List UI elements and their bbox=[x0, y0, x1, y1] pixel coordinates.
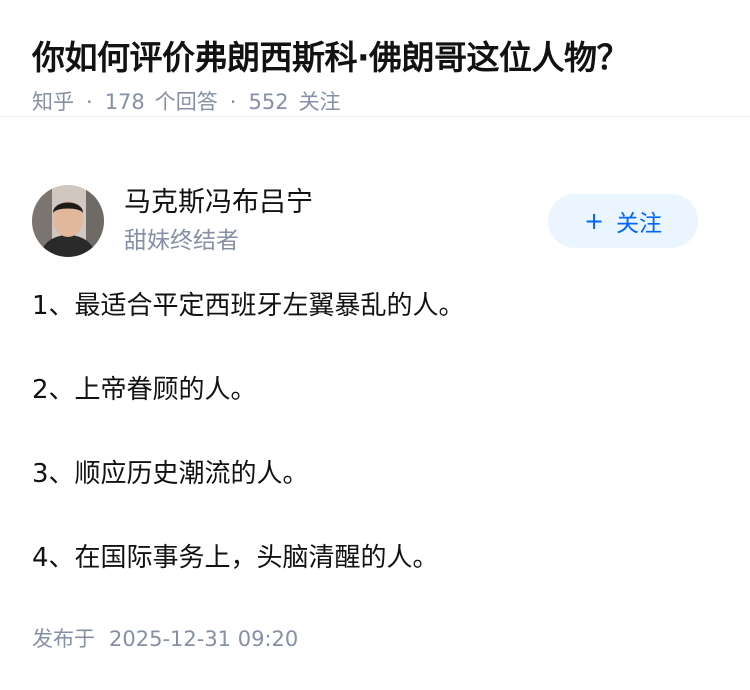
published-label: 发布于 bbox=[32, 627, 95, 651]
answer-content: 1、最适合平定西班牙左翼暴乱的人。 2、上帝眷顾的人。 3、顺应历史潮流的人。 … bbox=[32, 285, 718, 621]
answer-paragraph: 4、在国际事务上，头脑清醒的人。 bbox=[32, 543, 439, 573]
answer-paragraph: 3、顺应历史潮流的人。 bbox=[32, 459, 309, 489]
question-meta: 知乎 · 178 个回答 · 552 关注 bbox=[32, 86, 718, 118]
follower-count: 552 bbox=[248, 90, 289, 114]
question-title[interactable]: 你如何评价弗朗西斯科·佛朗哥这位人物？ bbox=[32, 34, 718, 82]
follower-count-label: 关注 bbox=[298, 90, 341, 114]
published-time[interactable]: 2025-12-31 09:20 bbox=[109, 627, 298, 651]
answer-paragraph: 2、上帝眷顾的人。 bbox=[32, 375, 257, 405]
question-header: 你如何评价弗朗西斯科·佛朗哥这位人物？ 知乎 · 178 个回答 · 552 关… bbox=[0, 0, 750, 117]
follow-button[interactable]: + 关注 bbox=[548, 194, 698, 248]
author-name[interactable]: 马克斯冯布吕宁 bbox=[124, 185, 313, 221]
plus-icon: + bbox=[583, 207, 605, 235]
answer-paragraph: 1、最适合平定西班牙左翼暴乱的人。 bbox=[32, 291, 465, 321]
publish-info: 发布于 2025-12-31 09:20 bbox=[32, 623, 298, 655]
source-label[interactable]: 知乎 bbox=[32, 86, 74, 118]
meta-separator: · bbox=[229, 90, 237, 114]
avatar[interactable] bbox=[32, 185, 104, 257]
author-headline: 甜妹终结者 bbox=[124, 228, 239, 254]
meta-separator: · bbox=[86, 90, 93, 114]
answer-count-label[interactable]: 个回答 bbox=[155, 86, 218, 118]
avatar-photo bbox=[32, 185, 104, 257]
answer-count: 178 bbox=[104, 90, 145, 114]
author-card: 马克斯冯布吕宁 甜妹终结者 + 关注 bbox=[32, 185, 698, 261]
follow-button-label: 关注 bbox=[616, 211, 663, 237]
